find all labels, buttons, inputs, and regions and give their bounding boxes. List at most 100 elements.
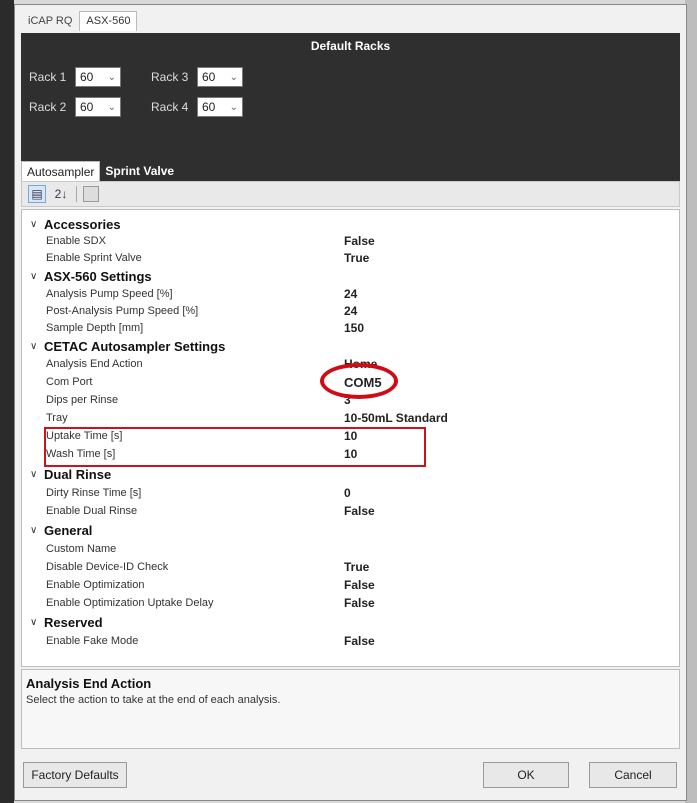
property-value[interactable]: 10-50mL Standard	[344, 411, 448, 425]
category-label: Accessories	[44, 216, 121, 232]
highlight-circle	[320, 363, 398, 399]
sub-tab-bar: Autosampler Sprint Valve	[21, 161, 179, 181]
property-name: Custom Name	[46, 543, 117, 555]
rack-4: Rack 4 60 ⌄	[151, 97, 243, 117]
rack-2: Rack 2 60 ⌄	[29, 97, 121, 117]
alphabetical-sort-icon[interactable]: 2↓	[52, 185, 70, 203]
property-value[interactable]: 0	[344, 486, 351, 500]
category-dual-rinse[interactable]: ∨ Dual Rinse	[22, 466, 679, 482]
property-row[interactable]: Enable SDX False	[22, 233, 679, 249]
category-reserved[interactable]: ∨ Reserved	[22, 614, 679, 630]
tab-icap-rq[interactable]: iCAP RQ	[21, 11, 79, 31]
tab-autosampler[interactable]: Autosampler	[21, 161, 101, 181]
property-value[interactable]: True	[344, 251, 369, 265]
rack-2-select[interactable]: 60 ⌄	[75, 97, 121, 117]
default-racks-panel: Default Racks Rack 1 60 ⌄ Rack 3 60 ⌄ Ra…	[21, 33, 680, 151]
property-value[interactable]: False	[344, 596, 375, 610]
category-general[interactable]: ∨ General	[22, 522, 679, 538]
property-name: Sample Depth [mm]	[46, 322, 144, 334]
chevron-down-icon: ⌄	[229, 71, 238, 83]
category-label: Reserved	[44, 614, 103, 630]
property-value[interactable]: 24	[344, 287, 357, 301]
property-row[interactable]: Post-Analysis Pump Speed [%] 24	[22, 303, 679, 319]
property-row[interactable]: Disable Device-ID Check True	[22, 559, 679, 575]
description-title: Analysis End Action	[26, 676, 152, 691]
rack-3-select[interactable]: 60 ⌄	[197, 67, 243, 87]
toolbar-separator	[76, 186, 77, 202]
rack-3-value: 60	[202, 70, 216, 84]
rack-3-label: Rack 3	[151, 70, 189, 84]
property-row[interactable]: Tray 10-50mL Standard	[22, 410, 679, 426]
background-edge-left	[0, 0, 14, 803]
property-row[interactable]: Enable Dual Rinse False	[22, 503, 679, 519]
chevron-down-icon[interactable]: ∨	[30, 525, 37, 536]
property-name: Tray	[46, 412, 68, 424]
description-text: Select the action to take at the end of …	[26, 694, 281, 706]
rack-1-value: 60	[80, 70, 94, 84]
chevron-down-icon: ⌄	[107, 101, 116, 113]
chevron-down-icon: ⌄	[229, 101, 238, 113]
highlight-rectangle	[44, 427, 426, 467]
property-name: Enable SDX	[46, 235, 106, 247]
category-accessories[interactable]: ∨ Accessories	[22, 216, 679, 232]
rack-4-select[interactable]: 60 ⌄	[197, 97, 243, 117]
rack-4-value: 60	[202, 100, 216, 114]
property-name: Enable Fake Mode	[46, 635, 139, 647]
rack-2-label: Rack 2	[29, 100, 67, 114]
property-value[interactable]: True	[344, 560, 369, 574]
categorized-view-icon[interactable]: ▤	[28, 185, 46, 203]
property-value[interactable]: 24	[344, 304, 357, 318]
property-name: Enable Sprint Valve	[46, 252, 142, 264]
property-name: Disable Device-ID Check	[46, 561, 169, 573]
property-pages-icon[interactable]	[83, 186, 99, 202]
property-value[interactable]: False	[344, 578, 375, 592]
tab-asx-560[interactable]: ASX-560	[79, 11, 138, 31]
rack-3: Rack 3 60 ⌄	[151, 67, 243, 87]
chevron-down-icon[interactable]: ∨	[30, 469, 37, 480]
default-racks-title: Default Racks	[310, 39, 391, 53]
chevron-down-icon[interactable]: ∨	[30, 341, 37, 352]
property-name: Enable Optimization	[46, 579, 145, 591]
property-value[interactable]: False	[344, 504, 375, 518]
rack-2-value: 60	[80, 100, 94, 114]
property-name: Analysis Pump Speed [%]	[46, 288, 173, 300]
property-value[interactable]: False	[344, 234, 375, 248]
property-name: Com Port	[46, 376, 93, 388]
property-value[interactable]: 150	[344, 321, 364, 335]
property-row[interactable]: Sample Depth [mm] 150	[22, 320, 679, 336]
rack-1-select[interactable]: 60 ⌄	[75, 67, 121, 87]
chevron-down-icon[interactable]: ∨	[30, 617, 37, 628]
factory-defaults-button[interactable]: Factory Defaults	[23, 762, 127, 788]
property-row[interactable]: Custom Name	[22, 541, 679, 557]
cancel-button[interactable]: Cancel	[589, 762, 677, 788]
property-value[interactable]: False	[344, 634, 375, 648]
property-name: Enable Optimization Uptake Delay	[46, 597, 214, 609]
property-row[interactable]: Enable Fake Mode False	[22, 633, 679, 649]
category-label: CETAC Autosampler Settings	[44, 338, 226, 354]
property-row[interactable]: Dirty Rinse Time [s] 0	[22, 485, 679, 501]
property-row[interactable]: Enable Optimization Uptake Delay False	[22, 595, 679, 611]
rack-1-label: Rack 1	[29, 70, 67, 84]
property-name: Post-Analysis Pump Speed [%]	[46, 305, 199, 317]
chevron-down-icon[interactable]: ∨	[30, 271, 37, 282]
property-row[interactable]: Analysis Pump Speed [%] 24	[22, 286, 679, 302]
rack-4-label: Rack 4	[151, 100, 189, 114]
category-label: ASX-560 Settings	[44, 268, 152, 284]
category-label: General	[44, 522, 93, 538]
property-name: Dips per Rinse	[46, 394, 119, 406]
category-cetac-autosampler-settings[interactable]: ∨ CETAC Autosampler Settings	[22, 338, 679, 354]
settings-window: iCAP RQ ASX-560 Default Racks Rack 1 60 …	[14, 4, 687, 801]
ok-button[interactable]: OK	[483, 762, 569, 788]
tab-sprint-valve[interactable]: Sprint Valve	[100, 161, 179, 181]
property-row[interactable]: Enable Sprint Valve True	[22, 250, 679, 266]
top-tab-bar: iCAP RQ ASX-560	[21, 11, 138, 31]
property-row[interactable]: Enable Optimization False	[22, 577, 679, 593]
category-asx-560-settings[interactable]: ∨ ASX-560 Settings	[22, 268, 679, 284]
property-name: Enable Dual Rinse	[46, 505, 138, 517]
rack-1: Rack 1 60 ⌄	[29, 67, 121, 87]
property-name: Analysis End Action	[46, 358, 143, 370]
chevron-down-icon: ⌄	[107, 71, 116, 83]
chevron-down-icon[interactable]: ∨	[30, 219, 37, 230]
description-panel: Analysis End Action Select the action to…	[21, 669, 680, 749]
category-label: Dual Rinse	[44, 466, 112, 482]
